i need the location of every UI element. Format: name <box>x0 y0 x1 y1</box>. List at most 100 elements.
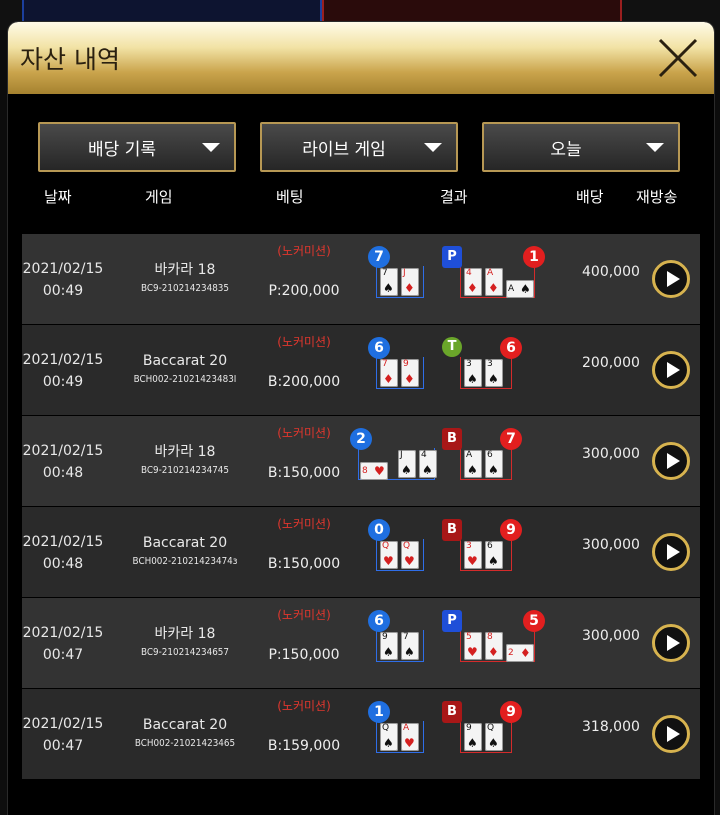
playing-card: 7 ♦ <box>380 359 398 387</box>
game-round-id: BCH002-21021423483I <box>133 374 237 385</box>
payout-amount: 400,000 <box>582 264 640 280</box>
result-cell: 8 ♥ J ♠ 4 ♠ A ♠ 6 ♠ 2 7 B <box>350 428 544 494</box>
game-round-id: BC9-210214234835 <box>141 283 229 294</box>
result-cell: 9 ♠ 7 ♠ 5 ♥ 8 ♦ 2 ♦ 6 5 P <box>364 610 545 676</box>
banker-score: 9 <box>500 519 522 541</box>
game-cell: Baccarat 20 BCH002-21021423465 <box>110 715 260 753</box>
playing-card: 4 ♠ <box>419 450 437 478</box>
replay-button[interactable] <box>652 442 690 480</box>
time-text: 00:49 <box>42 374 84 390</box>
table-row: 2021/02/15 00:49 Baccarat 20 BCH002-2102… <box>22 325 700 415</box>
date-cell: 2021/02/15 00:47 <box>22 713 104 757</box>
time-text: 00:49 <box>42 283 84 299</box>
date-text: 2021/02/15 <box>22 716 104 732</box>
bet-amount: P:200,000 <box>268 283 340 299</box>
modal-title: 자산 내역 <box>20 45 120 74</box>
payout-amount: 300,000 <box>582 537 640 553</box>
game-type-dropdown[interactable]: 라이브 게임 <box>260 122 458 172</box>
column-header-replay: 재방송 <box>636 188 678 206</box>
banker-score: 5 <box>523 610 545 632</box>
result-cell: 7 ♠ J ♦ 4 ♦ A ♦ A ♠ 7 1 P <box>364 246 545 312</box>
game-cell: 바카라 18 BC9-210214234835 <box>110 260 260 298</box>
game-name: 바카라 18 <box>154 626 216 642</box>
modal-header: 자산 내역 <box>8 22 714 94</box>
bet-cell: (노커미션) B:159,000 <box>256 697 352 754</box>
playing-card: 7 ♠ <box>401 632 419 660</box>
playing-card: 3 ♥ <box>464 541 482 569</box>
playing-card: A ♠ <box>506 280 534 298</box>
winner-badge: P <box>442 610 462 632</box>
replay-button[interactable] <box>652 533 690 571</box>
game-cell: Baccarat 20 BCH002-21021423483I <box>110 351 260 389</box>
replay-button[interactable] <box>652 624 690 662</box>
date-cell: 2021/02/15 00:49 <box>22 349 104 393</box>
date-range-dropdown[interactable]: 오늘 <box>482 122 680 172</box>
filter-bar: 배당 기록 라이브 게임 오늘 <box>8 94 714 202</box>
replay-button[interactable] <box>652 260 690 298</box>
game-name: Baccarat 20 <box>142 353 228 369</box>
time-text: 00:47 <box>42 738 84 754</box>
time-text: 00:47 <box>42 647 84 663</box>
banker-score: 7 <box>500 428 522 450</box>
no-commission-label: (노커미션) <box>277 335 331 349</box>
close-button[interactable] <box>656 36 700 80</box>
payout-amount: 200,000 <box>582 355 640 371</box>
chevron-down-icon <box>424 143 442 152</box>
date-cell: 2021/02/15 00:48 <box>22 440 104 484</box>
playing-card: 4 ♦ <box>464 268 482 296</box>
playing-card: J ♦ <box>401 268 419 296</box>
date-text: 2021/02/15 <box>22 261 104 277</box>
game-name: 바카라 18 <box>154 444 216 460</box>
playing-card: Q ♥ <box>380 541 398 569</box>
playing-card: Q ♠ <box>485 723 503 751</box>
winner-badge: T <box>442 337 462 357</box>
date-cell: 2021/02/15 00:48 <box>22 531 104 575</box>
playing-card: 9 ♠ <box>380 632 398 660</box>
game-name: 바카라 18 <box>154 262 216 278</box>
table-row: 2021/02/15 00:47 바카라 18 BC9-210214234657… <box>22 598 700 688</box>
payout-amount: 300,000 <box>582 628 640 644</box>
winner-badge: B <box>442 519 462 541</box>
playing-card: 8 ♦ <box>485 632 503 660</box>
winner-badge: B <box>442 701 462 723</box>
column-header-date: 날짜 <box>44 188 72 206</box>
bet-amount: B:150,000 <box>267 465 341 481</box>
game-name: Baccarat 20 <box>142 717 228 733</box>
playing-card: A ♠ <box>464 450 482 478</box>
playing-card: 9 ♦ <box>401 359 419 387</box>
banker-score: 1 <box>523 246 545 268</box>
bet-amount: B:200,000 <box>267 374 341 390</box>
date-text: 2021/02/15 <box>22 352 104 368</box>
playing-card: A ♦ <box>485 268 503 296</box>
banker-score: 9 <box>500 701 522 723</box>
result-cell: 7 ♦ 9 ♦ 3 ♠ 3 ♠ 6 6 T <box>364 337 544 403</box>
column-header-game: 게임 <box>145 188 173 206</box>
no-commission-label: (노커미션) <box>277 426 331 440</box>
bet-cell: (노커미션) B:150,000 <box>256 424 352 481</box>
bet-amount: B:150,000 <box>267 556 341 572</box>
replay-button[interactable] <box>652 351 690 389</box>
playing-card: 6 ♠ <box>485 541 503 569</box>
date-cell: 2021/02/15 00:49 <box>22 258 104 302</box>
date-text: 2021/02/15 <box>22 534 104 550</box>
column-header-result: 결과 <box>440 188 468 206</box>
no-commission-label: (노커미션) <box>277 244 331 258</box>
game-cell: Baccarat 20 BCH002-21021423474з <box>110 533 260 571</box>
replay-button[interactable] <box>652 715 690 753</box>
player-score: 2 <box>350 428 372 450</box>
bet-cell: (노커미션) B:150,000 <box>256 515 352 572</box>
bet-cell: (노커미션) B:200,000 <box>256 333 352 390</box>
playing-card: 6 ♠ <box>485 450 503 478</box>
no-commission-label: (노커미션) <box>277 517 331 531</box>
player-score: 6 <box>368 337 390 359</box>
record-type-dropdown[interactable]: 배당 기록 <box>38 122 236 172</box>
playing-card: 9 ♠ <box>464 723 482 751</box>
payout-amount: 300,000 <box>582 446 640 462</box>
banker-score: 6 <box>500 337 522 359</box>
winner-badge: B <box>442 428 462 450</box>
date-text: 2021/02/15 <box>22 625 104 641</box>
bet-cell: (노커미션) P:200,000 <box>256 242 352 299</box>
column-header-payout: 배당 <box>576 188 604 206</box>
time-text: 00:48 <box>42 556 84 572</box>
result-cell: Q ♥ Q ♥ 3 ♥ 6 ♠ 0 9 B <box>364 519 544 585</box>
